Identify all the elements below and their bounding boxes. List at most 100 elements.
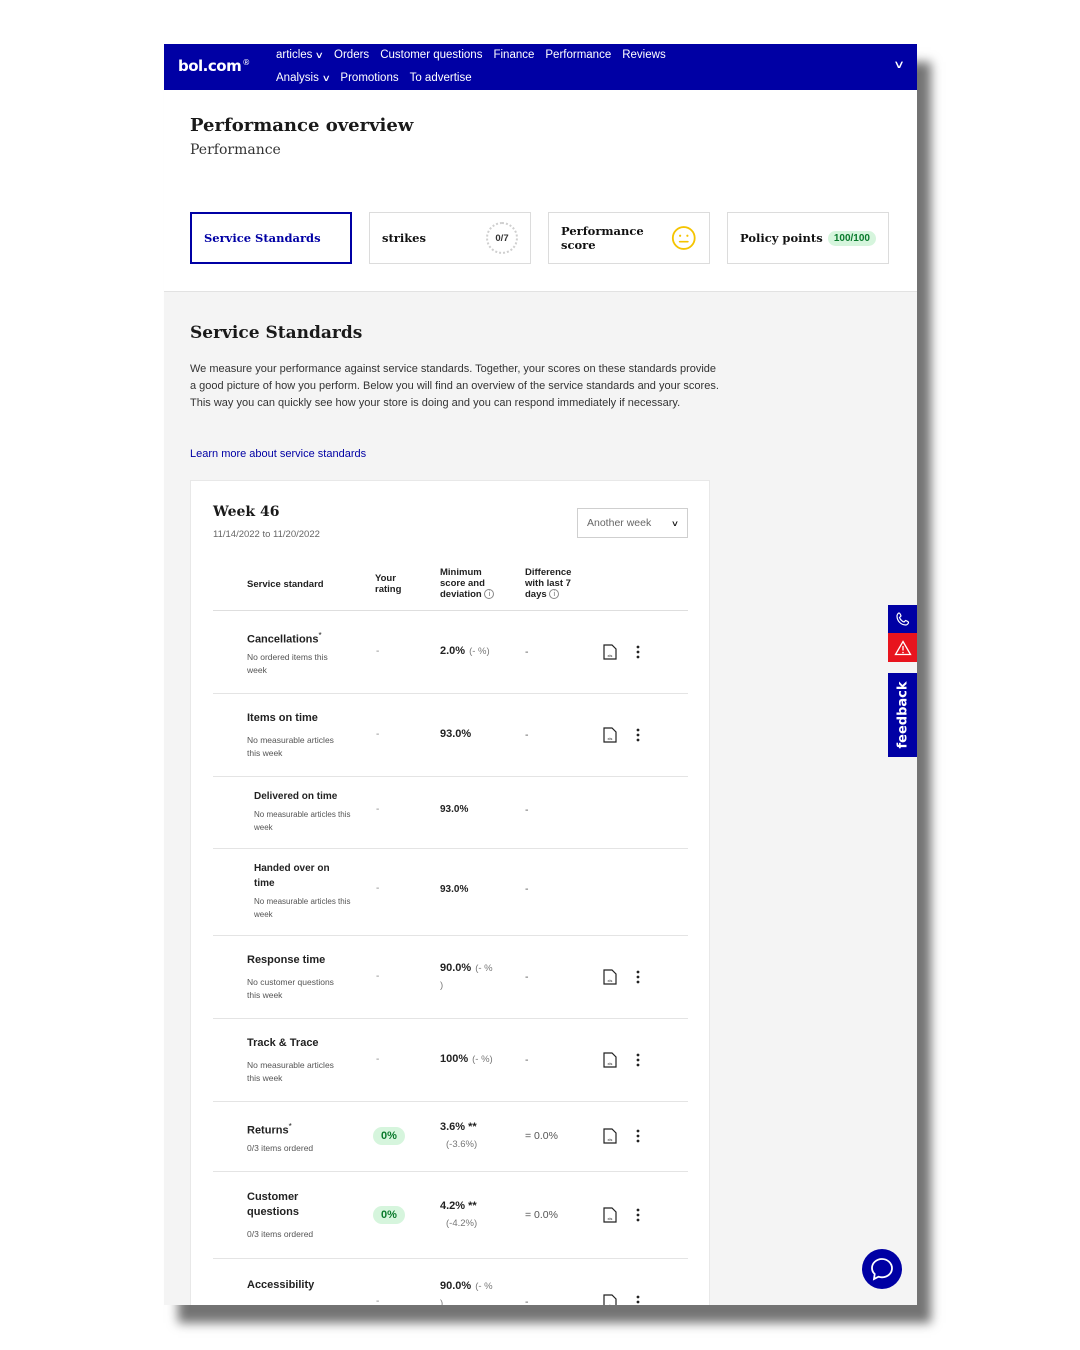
minimum-score: 93.0% — [440, 804, 469, 815]
standard-name: Delivered on time — [254, 791, 338, 802]
table-row-response-time: Response time No customer questions this … — [213, 936, 688, 1019]
bol-logo[interactable]: bol.com® — [178, 57, 250, 75]
more-options-icon[interactable] — [631, 644, 645, 660]
tab-policy-points[interactable]: Policy points 100/100 — [727, 212, 889, 264]
nav-customer-questions[interactable]: Customer questions — [380, 49, 482, 61]
your-rating: - — [376, 804, 380, 815]
difference: - — [525, 883, 529, 895]
tab-performance-score[interactable]: Performance score — [548, 212, 710, 264]
your-rating-badge: 0% — [373, 1127, 405, 1145]
table-row-track-and-trace: Track & Trace No measurable articles this… — [213, 1019, 688, 1102]
nav-promotions[interactable]: Promotions — [340, 72, 398, 84]
chevron-down-icon: ∨ — [670, 518, 680, 528]
table-row-accessibility: Accessibility - 90.0% (- %) - xls — [213, 1259, 688, 1305]
header-difference: Difference with last 7 days i — [525, 567, 572, 600]
nav-analysis[interactable]: Analysis ∨ — [276, 72, 331, 84]
xls-document-icon[interactable]: xls — [603, 1207, 617, 1223]
table-row-customer-questions: Customer questions 0/3 items ordered 0% 4… — [213, 1172, 688, 1259]
tab-service-standards[interactable]: Service Standards — [190, 212, 352, 264]
header-service-standard: Service standard — [247, 579, 324, 590]
your-rating: - — [376, 646, 380, 657]
standard-name: Cancellations* — [247, 631, 322, 646]
week-select[interactable]: Another week ∨ — [577, 508, 688, 538]
your-rating-badge: 0% — [373, 1206, 405, 1224]
xls-document-icon[interactable]: xls — [603, 644, 617, 660]
your-rating: - — [376, 1054, 380, 1065]
nav-performance[interactable]: Performance — [545, 49, 611, 61]
page-subtitle: Performance — [190, 142, 281, 158]
page-header: Performance overview Performance Service… — [164, 90, 917, 292]
app-window: bol.com® articles ∨ Orders Customer quest… — [164, 44, 917, 1305]
minimum-score: 4.2% ** (-4.2%) — [440, 1200, 478, 1229]
neutral-face-icon — [672, 226, 697, 250]
top-navigation: bol.com® articles ∨ Orders Customer quest… — [164, 44, 917, 90]
minimum-score: 90.0% (- %) — [440, 1280, 493, 1305]
standard-name: Response time — [247, 954, 326, 966]
standard-note: No measurable articles this week — [247, 1060, 334, 1083]
phone-button[interactable] — [888, 605, 917, 633]
svg-text:xls: xls — [608, 1137, 613, 1142]
xls-document-icon[interactable]: xls — [603, 1294, 617, 1305]
more-options-icon[interactable] — [631, 1207, 645, 1223]
minimum-score: 93.0% — [440, 884, 469, 895]
week-dates: 11/14/2022 to 11/20/2022 — [213, 529, 320, 540]
xls-document-icon[interactable]: xls — [603, 1052, 617, 1068]
more-options-icon[interactable] — [631, 1128, 645, 1144]
difference: - — [525, 971, 529, 983]
minimum-score: 3.6% ** (-3.6%) — [440, 1121, 478, 1150]
difference: - — [525, 729, 529, 741]
report-problem-button[interactable] — [888, 633, 917, 662]
svg-text:xls: xls — [608, 1216, 613, 1221]
svg-text:xls: xls — [608, 1061, 613, 1066]
nav-to-advertise[interactable]: To advertise — [410, 72, 472, 84]
standard-name: Customer questions — [247, 1191, 299, 1218]
your-rating: - — [376, 1296, 380, 1305]
svg-text:xls: xls — [608, 978, 613, 983]
difference: - — [525, 646, 529, 658]
nav-reviews[interactable]: Reviews — [622, 49, 665, 61]
feedback-tab[interactable]: feedback — [888, 673, 917, 757]
learn-more-link[interactable]: Learn more about service standards — [190, 448, 366, 460]
standard-note: No customer questions this week — [247, 977, 334, 1000]
standard-name: Handed over on time — [254, 863, 330, 889]
difference: - — [525, 1054, 529, 1066]
nav-orders[interactable]: Orders — [334, 49, 369, 61]
more-options-icon[interactable] — [631, 727, 645, 743]
week-card: Week 46 11/14/2022 to 11/20/2022 Another… — [190, 480, 710, 1305]
more-options-icon[interactable] — [631, 1294, 645, 1305]
difference: = 0.0% — [525, 1130, 558, 1142]
nav-finance[interactable]: Finance — [493, 49, 534, 61]
table-row-returns: Returns* 0/3 items ordered 0% 3.6% ** (-3… — [213, 1102, 688, 1172]
minimum-score: 100% (- %) — [440, 1053, 493, 1065]
svg-text:xls: xls — [608, 1303, 613, 1305]
chat-button[interactable] — [862, 1249, 902, 1289]
standard-name: Returns* — [247, 1122, 292, 1137]
xls-document-icon[interactable]: xls — [603, 727, 617, 743]
chat-bubble-icon — [871, 1258, 893, 1281]
tab-strikes[interactable]: strikes 0/7 — [369, 212, 531, 264]
nav-row-primary: articles ∨ Orders Customer questions Fina… — [276, 49, 666, 61]
warning-icon — [893, 639, 912, 655]
info-icon[interactable]: i — [484, 589, 495, 600]
account-menu-chevron-icon[interactable]: ∨ — [893, 58, 905, 71]
standard-note: No ordered items this week — [247, 652, 328, 675]
difference: - — [525, 804, 529, 816]
minimum-score: 93.0% — [440, 728, 472, 740]
standard-note: 0/3 items ordered — [247, 1229, 314, 1239]
more-options-icon[interactable] — [631, 1052, 645, 1068]
xls-document-icon[interactable]: xls — [603, 969, 617, 985]
xls-document-icon[interactable]: xls — [603, 1128, 617, 1144]
info-icon[interactable]: i — [549, 589, 560, 600]
performance-tabs: Service Standards strikes 0/7 Performanc… — [190, 212, 889, 264]
header-minimum-score: Minimum score and deviation i — [440, 567, 495, 600]
more-options-icon[interactable] — [631, 969, 645, 985]
table-row-cancellations: Cancellations* No ordered items this week… — [213, 611, 688, 694]
svg-text:xls: xls — [608, 736, 613, 741]
page-title: Performance overview — [190, 115, 414, 136]
table-row-handed-over-on-time: Handed over on time No measurable article… — [213, 849, 688, 936]
standard-note: No measurable articles this week — [247, 735, 334, 758]
nav-articles[interactable]: articles ∨ — [276, 49, 324, 61]
nav-row-secondary: Analysis ∨ Promotions To advertise — [276, 72, 472, 84]
chevron-down-icon: ∨ — [321, 72, 331, 83]
standard-name: Accessibility — [247, 1279, 315, 1291]
